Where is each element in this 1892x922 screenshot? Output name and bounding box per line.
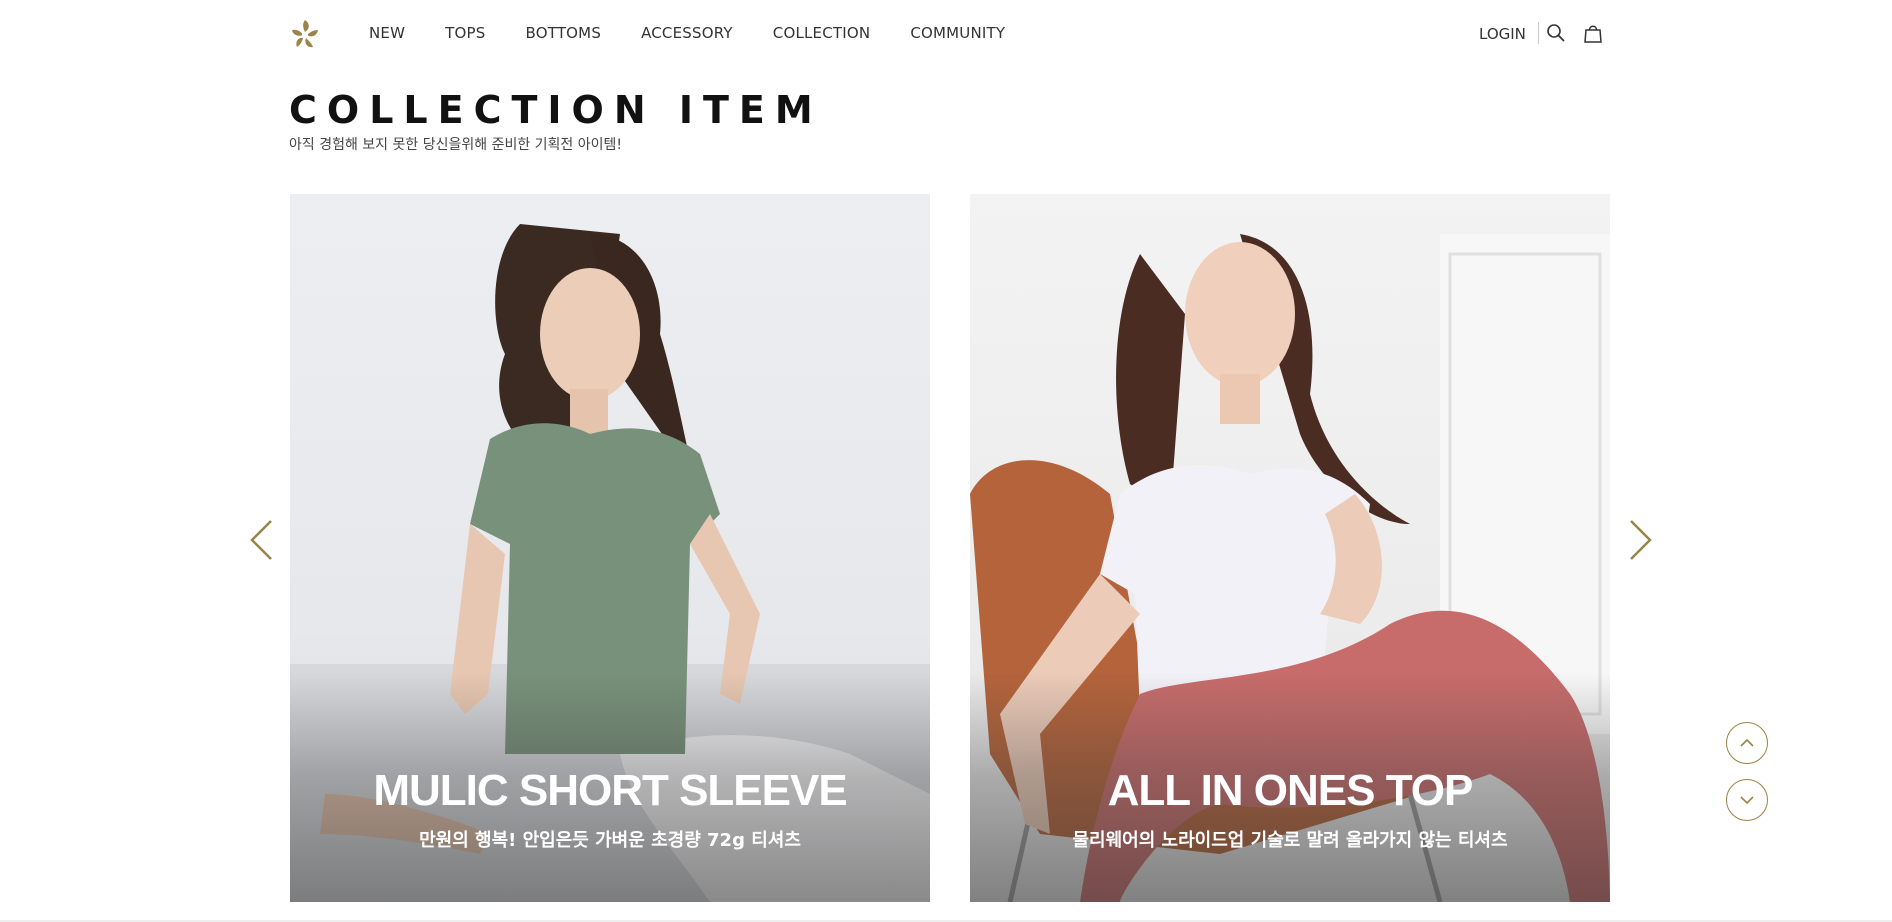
- section-subtitle: 아직 경험해 보지 못한 당신을위해 준비한 기획전 아이템!: [289, 137, 623, 153]
- scroll-top-button[interactable]: [1726, 722, 1768, 764]
- nav-collection[interactable]: COLLECTION: [773, 24, 871, 42]
- nav-new[interactable]: NEW: [369, 24, 405, 42]
- header-divider: [1538, 22, 1539, 44]
- search-icon[interactable]: [1546, 23, 1566, 43]
- next-arrow-icon[interactable]: [1627, 518, 1655, 562]
- card-title: ALL IN ONES TOP: [1107, 766, 1474, 815]
- main-nav: NEW TOPS BOTTOMS ACCESSORY COLLECTION CO…: [369, 24, 1005, 42]
- flower-logo-icon[interactable]: [289, 18, 321, 50]
- nav-bottoms[interactable]: BOTTOMS: [525, 24, 601, 42]
- nav-tops[interactable]: TOPS: [445, 24, 485, 42]
- card-description: 만원의 행복! 안입은듯 가벼운 초경량 72g 티셔츠: [419, 830, 801, 851]
- site-header: NEW TOPS BOTTOMS ACCESSORY COLLECTION CO…: [0, 0, 1892, 70]
- section-title: COLLECTION ITEM: [289, 88, 823, 132]
- collection-card-2[interactable]: ALL IN ONES TOP 물리웨어의 노라이드업 기술로 말려 올라가지 …: [970, 194, 1610, 902]
- card-description: 물리웨어의 노라이드업 기술로 말려 올라가지 않는 티셔츠: [1072, 830, 1508, 851]
- chevron-down-icon: [1740, 796, 1754, 805]
- prev-arrow-icon[interactable]: [247, 518, 275, 562]
- card-title: MULIC SHORT SLEEVE: [373, 766, 847, 815]
- nav-community[interactable]: COMMUNITY: [910, 24, 1005, 42]
- login-link[interactable]: LOGIN: [1479, 25, 1526, 43]
- scroll-bottom-button[interactable]: [1726, 779, 1768, 821]
- shopping-bag-icon[interactable]: [1583, 22, 1603, 44]
- nav-accessory[interactable]: ACCESSORY: [641, 24, 733, 42]
- chevron-up-icon: [1740, 738, 1754, 747]
- collection-card-1[interactable]: MULIC SHORT SLEEVE 만원의 행복! 안입은듯 가벼운 초경량 …: [290, 194, 930, 902]
